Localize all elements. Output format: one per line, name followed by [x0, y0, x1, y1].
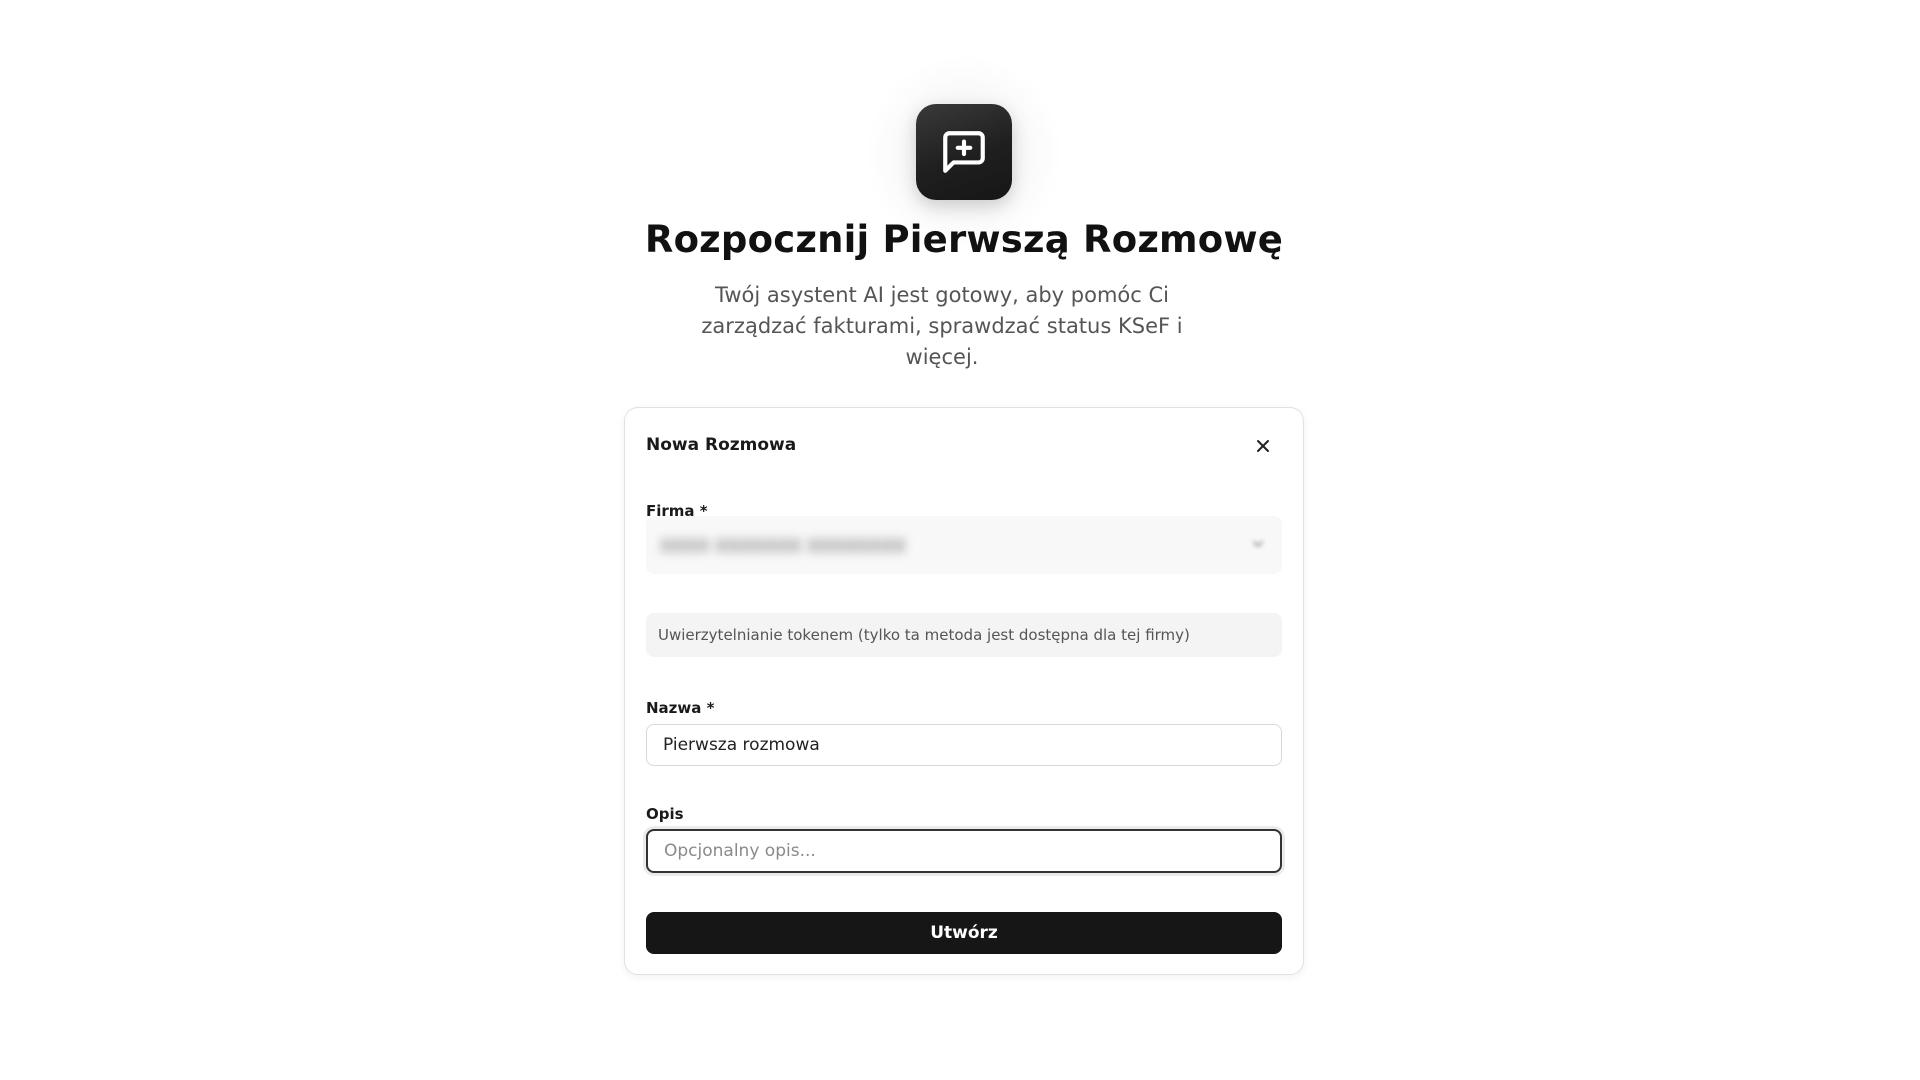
new-conversation-dialog: Nowa Rozmowa Firma * XXXX XXXXXXX XXXXXX… [624, 407, 1304, 975]
close-icon [1257, 440, 1269, 452]
auth-method-info: Uwierzytelnianie tokenem (tylko ta metod… [646, 613, 1282, 657]
dialog-title: Nowa Rozmowa [646, 435, 797, 455]
company-select[interactable]: XXXX XXXXXXX XXXXXXXX [646, 516, 1282, 574]
close-button[interactable] [1253, 436, 1273, 456]
chevron-down-icon [1250, 536, 1266, 556]
page-title: Rozpocznij Pierwszą Rozmowę [644, 218, 1284, 261]
create-button[interactable]: Utwórz [646, 912, 1282, 954]
new-conversation-page: Rozpocznij Pierwszą Rozmowę Twój asysten… [0, 0, 1920, 1080]
description-input[interactable] [646, 829, 1282, 873]
message-plus-icon [916, 104, 1012, 200]
page-subtitle: Twój asystent AI jest gotowy, aby pomóc … [701, 283, 1183, 369]
name-label: Nazwa * [646, 699, 715, 717]
name-input[interactable] [646, 724, 1282, 766]
description-label: Opis [646, 805, 684, 823]
company-value: XXXX XXXXXXX XXXXXXXX [660, 536, 906, 557]
